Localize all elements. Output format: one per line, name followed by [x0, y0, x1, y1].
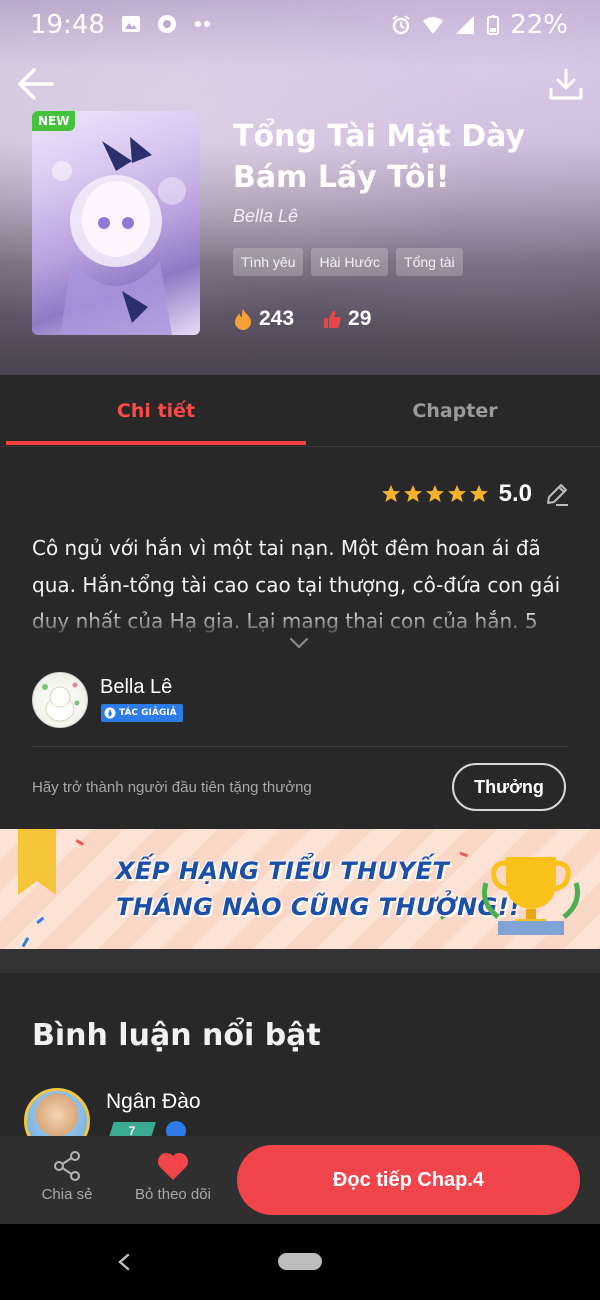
nav-back-icon[interactable]: [116, 1252, 132, 1272]
author-name: Bella Lê: [100, 676, 173, 698]
book-cover[interactable]: NEW: [32, 111, 200, 335]
genre-list: Tình yêu Hài Hước Tổng tài: [233, 248, 463, 276]
tab-bar: Chi tiết Chapter: [0, 375, 600, 447]
star-icon: [403, 485, 422, 502]
share-label: Chia sẻ: [41, 1186, 93, 1203]
back-arrow-icon[interactable]: [16, 64, 56, 104]
ranking-promo-banner[interactable]: XẾP HẠNG TIỂU THUYẾT THÁNG NÀO CŨNG THƯỞ…: [0, 829, 600, 949]
unfollow-label: Bỏ theo dõi: [135, 1186, 211, 1203]
fire-stat: 243: [233, 307, 294, 331]
rating-value: 5.0: [498, 480, 532, 507]
star-icon: [425, 485, 444, 502]
share-icon: [54, 1151, 80, 1181]
battery-percent: 22%: [510, 10, 568, 40]
avatar-image: [42, 682, 80, 722]
comment-username[interactable]: Ngân Đào: [106, 1090, 201, 1114]
status-bar: 19:48 22%: [0, 0, 600, 52]
signal-icon: [456, 16, 475, 34]
star-icon: [381, 485, 400, 502]
fire-icon: [235, 309, 251, 330]
book-stats: 243 29: [233, 307, 399, 331]
share-button[interactable]: Chia sẻ: [26, 1136, 108, 1224]
section-spacer: [0, 949, 600, 973]
cover-illustration: [52, 137, 186, 335]
heart-icon: [157, 1152, 189, 1180]
tab-details[interactable]: Chi tiết: [6, 375, 306, 447]
status-time: 19:48: [30, 10, 105, 40]
book-title: Tổng Tài Mặt Dày Bám Lấy Tôi!: [233, 119, 526, 195]
thumbs-up-icon: [324, 311, 341, 328]
battery-icon: [487, 15, 500, 35]
new-badge: NEW: [32, 111, 76, 131]
trophy-icon: [482, 857, 580, 935]
star-icon: [469, 485, 488, 502]
synopsis-fade: [32, 610, 572, 636]
book-header: 19:48 22% NEW Tổng Tài Mặt Dày Bám Lấy T…: [0, 0, 600, 375]
divider: [32, 746, 568, 747]
pen-badge-icon: [104, 707, 116, 719]
author-row[interactable]: Bella Lê TÁC GIẢGIẢ: [32, 672, 572, 728]
unfollow-button[interactable]: Bỏ theo dõi: [124, 1136, 222, 1224]
genre-tag[interactable]: Hài Hước: [311, 248, 389, 276]
like-stat: 29: [322, 307, 371, 331]
comments-heading: Bình luận nổi bật: [32, 1018, 321, 1053]
reward-prompt: Hãy trở thành người đầu tiên tặng thưởng: [32, 779, 312, 796]
rating: 5.0: [381, 480, 570, 508]
more-dots-icon: [195, 21, 210, 27]
chrome-icon: [158, 15, 176, 33]
continue-reading-button[interactable]: Đọc tiếp Chap.4: [237, 1145, 580, 1215]
wifi-icon: [423, 17, 444, 34]
star-icon: [447, 485, 466, 502]
tab-chapter[interactable]: Chapter: [305, 375, 600, 447]
author-role-badge: TÁC GIẢGIẢ: [101, 704, 183, 722]
divider: [0, 446, 600, 447]
banner-subheading: THÁNG NÀO CŨNG THƯỞNG!!: [116, 893, 521, 921]
active-tab-indicator: [6, 441, 306, 445]
chevron-down-icon[interactable]: [288, 636, 310, 650]
star-rating[interactable]: [381, 484, 489, 504]
alarm-icon: [392, 15, 410, 35]
banner-heading: XẾP HẠNG TIỂU THUYẾT: [116, 857, 450, 885]
genre-tag[interactable]: Tổng tài: [396, 248, 463, 276]
image-icon: [122, 16, 140, 32]
download-icon[interactable]: [548, 66, 584, 102]
reward-button[interactable]: Thưởng: [452, 763, 566, 811]
genre-tag[interactable]: Tình yêu: [233, 248, 304, 276]
book-author[interactable]: Bella Lê: [233, 206, 298, 227]
edit-pencil-icon[interactable]: [544, 481, 570, 507]
nav-home-pill[interactable]: [278, 1253, 322, 1270]
avatar[interactable]: [32, 672, 88, 728]
